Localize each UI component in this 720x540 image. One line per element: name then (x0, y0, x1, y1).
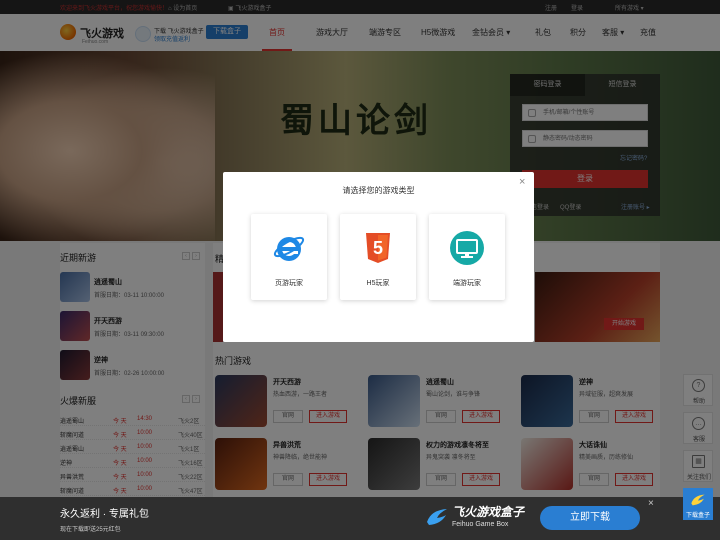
close-icon[interactable]: × (648, 498, 654, 509)
promo-subline: 现在下载即送25元红包 (60, 527, 121, 533)
promo-brand: 飞火游戏盒子 (452, 505, 525, 519)
game-type-modal: 请选择您的游戏类型 × 页游玩家 5 H5玩家 端游玩家 (223, 172, 534, 342)
client-game-option[interactable]: 端游玩家 (429, 214, 505, 300)
h5-game-label: H5玩家 (366, 280, 390, 287)
promo-brand-sub: Feihuo Game Box (452, 521, 509, 528)
h5-game-option[interactable]: 5 H5玩家 (340, 214, 416, 300)
download-box-label: 下载盒子 (685, 513, 710, 519)
ie-browser-icon (273, 236, 305, 261)
gamebox-promo-bar: 永久返利 · 专属礼包 现在下载即送25元红包 飞火游戏盒子 Feihuo Ga… (0, 497, 720, 540)
download-now-button[interactable]: 立即下载 (540, 506, 640, 530)
web-game-option[interactable]: 页游玩家 (251, 214, 327, 300)
client-game-label: 端游玩家 (453, 280, 481, 287)
html5-icon: 5 (366, 233, 390, 263)
desktop-monitor-icon (450, 231, 484, 265)
html5-icon-text: 5 (373, 238, 383, 258)
web-game-label: 页游玩家 (275, 280, 303, 287)
close-icon[interactable]: × (519, 176, 525, 188)
feihuo-logo-icon (691, 494, 705, 506)
feihuo-logo-icon (427, 509, 447, 525)
promo-headline: 永久返利 · 专属礼包 (60, 509, 149, 520)
download-box-float-button[interactable]: 下载盒子 (683, 488, 713, 520)
modal-title: 请选择您的游戏类型 (342, 186, 415, 195)
